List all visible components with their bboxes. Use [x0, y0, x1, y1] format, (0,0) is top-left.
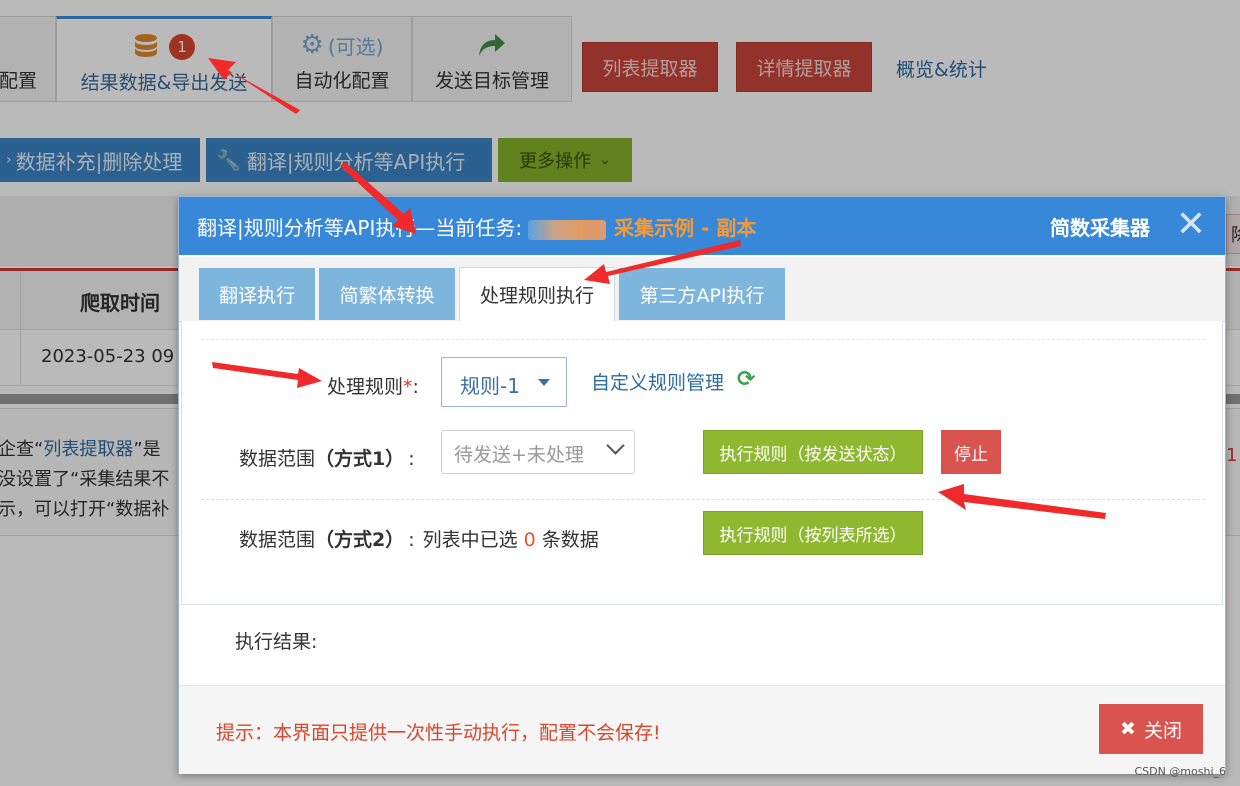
panel-top-dashline [201, 339, 1205, 340]
tab-third-party-api[interactable]: 第三方API执行 [619, 268, 785, 320]
close-x-icon: ✖ [1120, 718, 1136, 740]
watermark: CSDN @moshi_6 [1134, 765, 1226, 778]
tab-process-rules[interactable]: 处理规则执行 [459, 267, 615, 322]
rule-select-value: 规则-1 [460, 374, 520, 398]
range-select-value: 待发送+未处理 [454, 444, 584, 466]
rule-label: 处理规则*: [327, 376, 419, 398]
tab-translate[interactable]: 翻译执行 [199, 268, 315, 320]
required-mark: * [403, 376, 413, 398]
range2-label: 数据范围（方式2）: 列表中已选 0 条数据 [239, 529, 599, 551]
custom-rule-management-link[interactable]: 自定义规则管理 [591, 368, 724, 395]
chevron-down-icon [606, 436, 625, 455]
refresh-icon[interactable]: ⟳ [737, 369, 759, 391]
brand-label: 简数采集器 [1050, 216, 1150, 240]
tab-simplified-traditional[interactable]: 简繁体转换 [319, 268, 455, 320]
execute-by-selection-button[interactable]: 执行规则（按列表所选） [703, 511, 923, 555]
range-select[interactable]: 待发送+未处理 [441, 430, 635, 474]
stop-button[interactable]: 停止 [941, 430, 1001, 474]
close-icon[interactable]: ✕ [1171, 205, 1211, 245]
redacted-task-blur [528, 219, 607, 240]
dialog-tabs: 翻译执行 简繁体转换 处理规则执行 第三方API执行 [179, 257, 1225, 322]
selected-count: 0 [523, 529, 536, 551]
section-divider [201, 499, 1205, 500]
execute-by-status-button[interactable]: 执行规则（按发送状态） [703, 430, 923, 474]
api-execute-dialog: 翻译|规则分析等API执行—当前任务: 采集示例 - 副本 简数采集器 ✕ 翻译执… [178, 196, 1226, 774]
range1-label: 数据范围（方式1）: [239, 448, 415, 470]
caret-down-icon [538, 379, 550, 386]
dialog-title: 翻译|规则分析等API执行—当前任务: 采集示例 - 副本 [197, 216, 757, 240]
close-button-label: 关闭 [1143, 719, 1182, 742]
task-name: 采集示例 - 副本 [614, 216, 757, 240]
tip-text: 提示：本界面只提供一次性手动执行，配置不会保存! [216, 722, 661, 744]
rule-select[interactable]: 规则-1 [441, 357, 567, 407]
result-label: 执行结果: [235, 631, 318, 653]
close-button[interactable]: ✖ 关闭 [1099, 704, 1203, 754]
dialog-footer: 提示：本界面只提供一次性手动执行，配置不会保存! ✖ 关闭 [179, 685, 1225, 774]
dialog-header: 翻译|规则分析等API执行—当前任务: 采集示例 - 副本 简数采集器 ✕ [179, 197, 1225, 255]
